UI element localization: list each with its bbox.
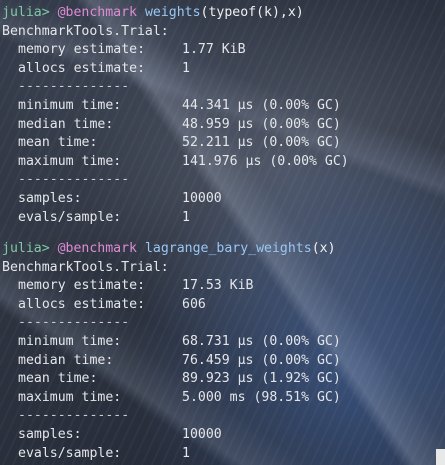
maximum-time-label: maximum time: — [18, 153, 122, 169]
text-cursor — [436, 449, 445, 465]
evals-per-sample-value: 1 — [182, 209, 190, 225]
separator-line: -------------- — [2, 78, 445, 97]
memory-estimate-row: memory estimate: 17.53 KiB — [2, 277, 445, 296]
function-args: (x) — [311, 241, 336, 256]
median-time-row: median time: 48.959 μs (0.00% GC) — [2, 116, 445, 135]
memory-estimate-label: memory estimate: — [18, 42, 146, 58]
separator-text: -------------- — [18, 172, 130, 188]
allocs-estimate-row: allocs estimate: 606 — [2, 296, 445, 315]
separator-text: -------------- — [18, 408, 130, 424]
evals-per-sample-row: evals/sample: 1 — [2, 209, 445, 228]
minimum-time-value: 68.731 μs (0.00% GC) — [182, 333, 341, 349]
separator-text: -------------- — [18, 79, 130, 95]
repl-input-line[interactable]: julia> @benchmark lagrange_bary_weights(… — [2, 240, 445, 259]
repl-prompt: julia> — [2, 241, 50, 256]
maximum-time-row: maximum time: 141.976 μs (0.00% GC) — [2, 153, 445, 172]
maximum-time-row: maximum time: 5.000 ms (98.51% GC) — [2, 389, 445, 408]
memory-estimate-value: 17.53 KiB — [182, 278, 254, 294]
allocs-estimate-label: allocs estimate: — [18, 60, 146, 76]
separator-line: -------------- — [2, 171, 445, 190]
median-time-label: median time: — [18, 116, 114, 132]
maximum-time-value: 5.000 ms (98.51% GC) — [182, 389, 341, 405]
mean-time-label: mean time: — [18, 371, 98, 387]
maximum-time-label: maximum time: — [18, 389, 122, 405]
minimum-time-value: 44.341 μs (0.00% GC) — [182, 97, 341, 113]
minimum-time-row: minimum time: 68.731 μs (0.00% GC) — [2, 333, 445, 352]
allocs-estimate-value: 1 — [182, 60, 190, 76]
samples-label: samples: — [18, 426, 82, 442]
separator-text: -------------- — [18, 315, 130, 331]
benchmark-macro: @benchmark — [57, 5, 137, 20]
memory-estimate-row: memory estimate: 1.77 KiB — [2, 41, 445, 60]
samples-value: 10000 — [182, 190, 222, 206]
function-name: lagrange_bary_weights — [144, 241, 312, 256]
memory-estimate-value: 1.77 KiB — [182, 42, 246, 58]
allocs-estimate-row: allocs estimate: 1 — [2, 60, 445, 79]
trial-header: BenchmarkTools.Trial: — [2, 23, 169, 39]
samples-row: samples: 10000 — [2, 426, 445, 445]
allocs-estimate-value: 606 — [182, 296, 206, 312]
mean-time-value: 52.211 μs (0.00% GC) — [182, 135, 341, 151]
function-name: weights — [144, 5, 201, 20]
terminal-window[interactable]: julia> @benchmark weights(typeof(k),x) B… — [0, 0, 445, 465]
maximum-time-value: 141.976 μs (0.00% GC) — [182, 153, 349, 169]
separator-line: -------------- — [2, 314, 445, 333]
memory-estimate-label: memory estimate: — [18, 278, 146, 294]
minimum-time-row: minimum time: 44.341 μs (0.00% GC) — [2, 97, 445, 116]
samples-label: samples: — [18, 190, 82, 206]
function-args: (typeof(k),x) — [200, 5, 304, 20]
mean-time-row: mean time: 89.923 μs (1.92% GC) — [2, 370, 445, 389]
repl-input-line[interactable]: julia> @benchmark weights(typeof(k),x) — [2, 4, 445, 23]
repl-prompt: julia> — [2, 5, 50, 20]
minimum-time-label: minimum time: — [18, 97, 122, 113]
evals-per-sample-label: evals/sample: — [18, 209, 122, 225]
evals-per-sample-label: evals/sample: — [18, 445, 122, 461]
benchmark-output-1: julia> @benchmark weights(typeof(k),x) B… — [2, 4, 445, 227]
median-time-value: 76.459 μs (0.00% GC) — [182, 352, 341, 368]
median-time-value: 48.959 μs (0.00% GC) — [182, 116, 341, 132]
samples-value: 10000 — [182, 426, 222, 442]
mean-time-value: 89.923 μs (1.92% GC) — [182, 371, 341, 387]
median-time-label: median time: — [18, 352, 114, 368]
trial-header: BenchmarkTools.Trial: — [2, 259, 169, 275]
evals-per-sample-row: evals/sample: 1 — [2, 445, 445, 464]
allocs-estimate-label: allocs estimate: — [18, 296, 146, 312]
benchmark-output-2: julia> @benchmark lagrange_bary_weights(… — [2, 240, 445, 463]
mean-time-row: mean time: 52.211 μs (0.00% GC) — [2, 134, 445, 153]
separator-line: -------------- — [2, 407, 445, 426]
mean-time-label: mean time: — [18, 135, 98, 151]
median-time-row: median time: 76.459 μs (0.00% GC) — [2, 352, 445, 371]
minimum-time-label: minimum time: — [18, 333, 122, 349]
samples-row: samples: 10000 — [2, 190, 445, 209]
benchmark-macro: @benchmark — [57, 241, 137, 256]
evals-per-sample-value: 1 — [182, 445, 190, 461]
